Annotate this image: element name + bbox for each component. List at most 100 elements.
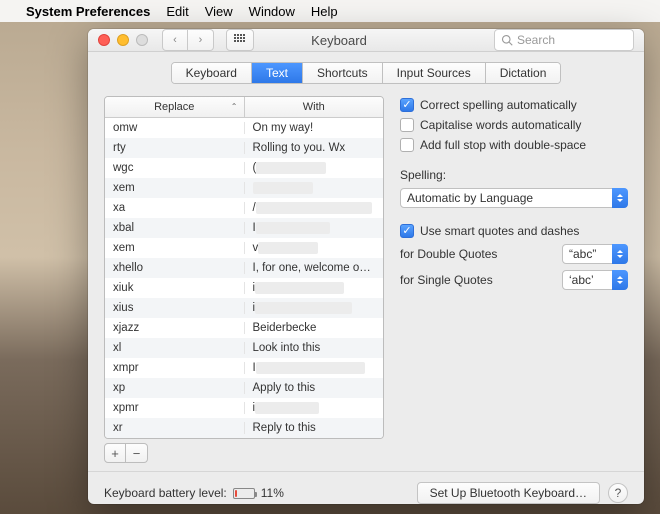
window-title: Keyboard (192, 33, 486, 48)
cell-replace: xjazz (105, 322, 245, 334)
bluetooth-keyboard-button[interactable]: Set Up Bluetooth Keyboard… (417, 482, 600, 504)
battery-icon (233, 488, 255, 499)
search-field[interactable]: Search (494, 29, 634, 51)
menu-view[interactable]: View (205, 4, 233, 19)
tab-bar: KeyboardTextShortcutsInput SourcesDictat… (88, 52, 644, 84)
cell-replace: xr (105, 422, 245, 434)
remove-button[interactable]: − (126, 443, 148, 463)
table-row[interactable]: xiusix (105, 298, 383, 318)
single-quotes-select[interactable]: ‘abc’ (562, 270, 628, 290)
cell-replace: xl (105, 342, 245, 354)
tab-text[interactable]: Text (252, 63, 303, 83)
cell-replace: xpmr (105, 402, 245, 414)
table-row[interactable]: xmprIx (105, 358, 383, 378)
footer: Keyboard battery level: 11% Set Up Bluet… (88, 471, 644, 504)
table-row[interactable]: xa/x (105, 198, 383, 218)
col-replace[interactable]: Replace⌃ (105, 97, 245, 117)
opt-correct-spelling[interactable]: Correct spelling automatically (400, 98, 628, 112)
cell-replace: wgc (105, 162, 245, 174)
opt-full-stop[interactable]: Add full stop with double-space (400, 138, 628, 152)
traffic-lights (98, 34, 148, 46)
help-button[interactable]: ? (608, 483, 628, 503)
table-body[interactable]: omwOn my way!rtyRolling to you. Wxwgc(xx… (105, 118, 383, 438)
cell-with: I, for one, welcome our ne... (245, 262, 384, 274)
cell-replace: xiuk (105, 282, 245, 294)
cell-with: On my way! (245, 122, 384, 134)
double-quotes-label: for Double Quotes (400, 247, 497, 261)
table-row[interactable]: xbalIx (105, 218, 383, 238)
checkbox-icon (400, 224, 414, 238)
zoom-button (136, 34, 148, 46)
cell-with: Reply to this (245, 422, 384, 434)
spelling-select[interactable]: Automatic by Language (400, 188, 628, 208)
table-row[interactable]: xemx (105, 178, 383, 198)
cell-replace: rty (105, 142, 245, 154)
table-row[interactable]: xpApply to this (105, 378, 383, 398)
cell-replace: xa (105, 202, 245, 214)
options-panel: Correct spelling automatically Capitalis… (400, 96, 628, 463)
cell-with: ix (245, 302, 384, 314)
cell-replace: xbal (105, 222, 245, 234)
cell-with: Ix (245, 362, 384, 374)
cell-with: (x (245, 162, 384, 174)
table-row[interactable]: xjazzBeiderbecke (105, 318, 383, 338)
cell-with: vx (245, 242, 384, 254)
table-row[interactable]: xlLook into this (105, 338, 383, 358)
cell-replace: xmpr (105, 362, 245, 374)
cell-with: Apply to this (245, 382, 384, 394)
sort-caret-icon: ⌃ (231, 102, 238, 111)
battery-status: Keyboard battery level: 11% (104, 486, 284, 500)
search-placeholder: Search (517, 33, 555, 47)
menu-edit[interactable]: Edit (166, 4, 188, 19)
tab-input-sources[interactable]: Input Sources (383, 63, 486, 83)
table-row[interactable]: omwOn my way! (105, 118, 383, 138)
minimize-button[interactable] (117, 34, 129, 46)
table-row[interactable]: xpmrix (105, 398, 383, 418)
table-row[interactable]: xemvx (105, 238, 383, 258)
add-button[interactable]: + (104, 443, 126, 463)
table-header: Replace⌃ With (105, 97, 383, 118)
table-row[interactable]: xiukix (105, 278, 383, 298)
menu-help[interactable]: Help (311, 4, 338, 19)
opt-capitalise-words[interactable]: Capitalise words automatically (400, 118, 628, 132)
opt-smart-quotes[interactable]: Use smart quotes and dashes (400, 224, 628, 238)
tab-shortcuts[interactable]: Shortcuts (303, 63, 383, 83)
table-row[interactable]: wgc(x (105, 158, 383, 178)
menubar: System Preferences Edit View Window Help (0, 0, 660, 22)
checkbox-icon (400, 138, 414, 152)
menu-window[interactable]: Window (249, 4, 295, 19)
chevron-updown-icon (612, 270, 628, 290)
tab-dictation[interactable]: Dictation (486, 63, 561, 83)
titlebar: ‹ › Keyboard Search (88, 29, 644, 52)
cell-with: Ix (245, 222, 384, 234)
content: Replace⌃ With omwOn my way!rtyRolling to… (88, 84, 644, 471)
single-quotes-label: for Single Quotes (400, 273, 493, 287)
cell-with: Beiderbecke (245, 322, 384, 334)
cell-with: /x (245, 202, 384, 214)
replacements-table: Replace⌃ With omwOn my way!rtyRolling to… (104, 96, 384, 439)
col-with[interactable]: With (245, 97, 384, 117)
cell-replace: xius (105, 302, 245, 314)
cell-replace: xhello (105, 262, 245, 274)
cell-with: Rolling to you. Wx (245, 142, 384, 154)
search-icon (501, 34, 513, 46)
table-row[interactable]: xrReply to this (105, 418, 383, 438)
preferences-window: ‹ › Keyboard Search KeyboardTextShortcut… (88, 29, 644, 504)
table-row[interactable]: xhelloI, for one, welcome our ne... (105, 258, 383, 278)
cell-with: ix (245, 282, 384, 294)
cell-replace: xem (105, 242, 245, 254)
cell-with: ix (245, 402, 384, 414)
cell-with: Look into this (245, 342, 384, 354)
back-button[interactable]: ‹ (162, 29, 188, 51)
table-row[interactable]: rtyRolling to you. Wx (105, 138, 383, 158)
close-button[interactable] (98, 34, 110, 46)
cell-replace: xp (105, 382, 245, 394)
replacements-panel: Replace⌃ With omwOn my way!rtyRolling to… (104, 96, 384, 463)
battery-pct: 11% (261, 486, 284, 500)
checkbox-icon (400, 98, 414, 112)
cell-replace: omw (105, 122, 245, 134)
checkbox-icon (400, 118, 414, 132)
menubar-appname[interactable]: System Preferences (26, 4, 150, 19)
tab-keyboard[interactable]: Keyboard (172, 63, 252, 83)
double-quotes-select[interactable]: “abc” (562, 244, 628, 264)
